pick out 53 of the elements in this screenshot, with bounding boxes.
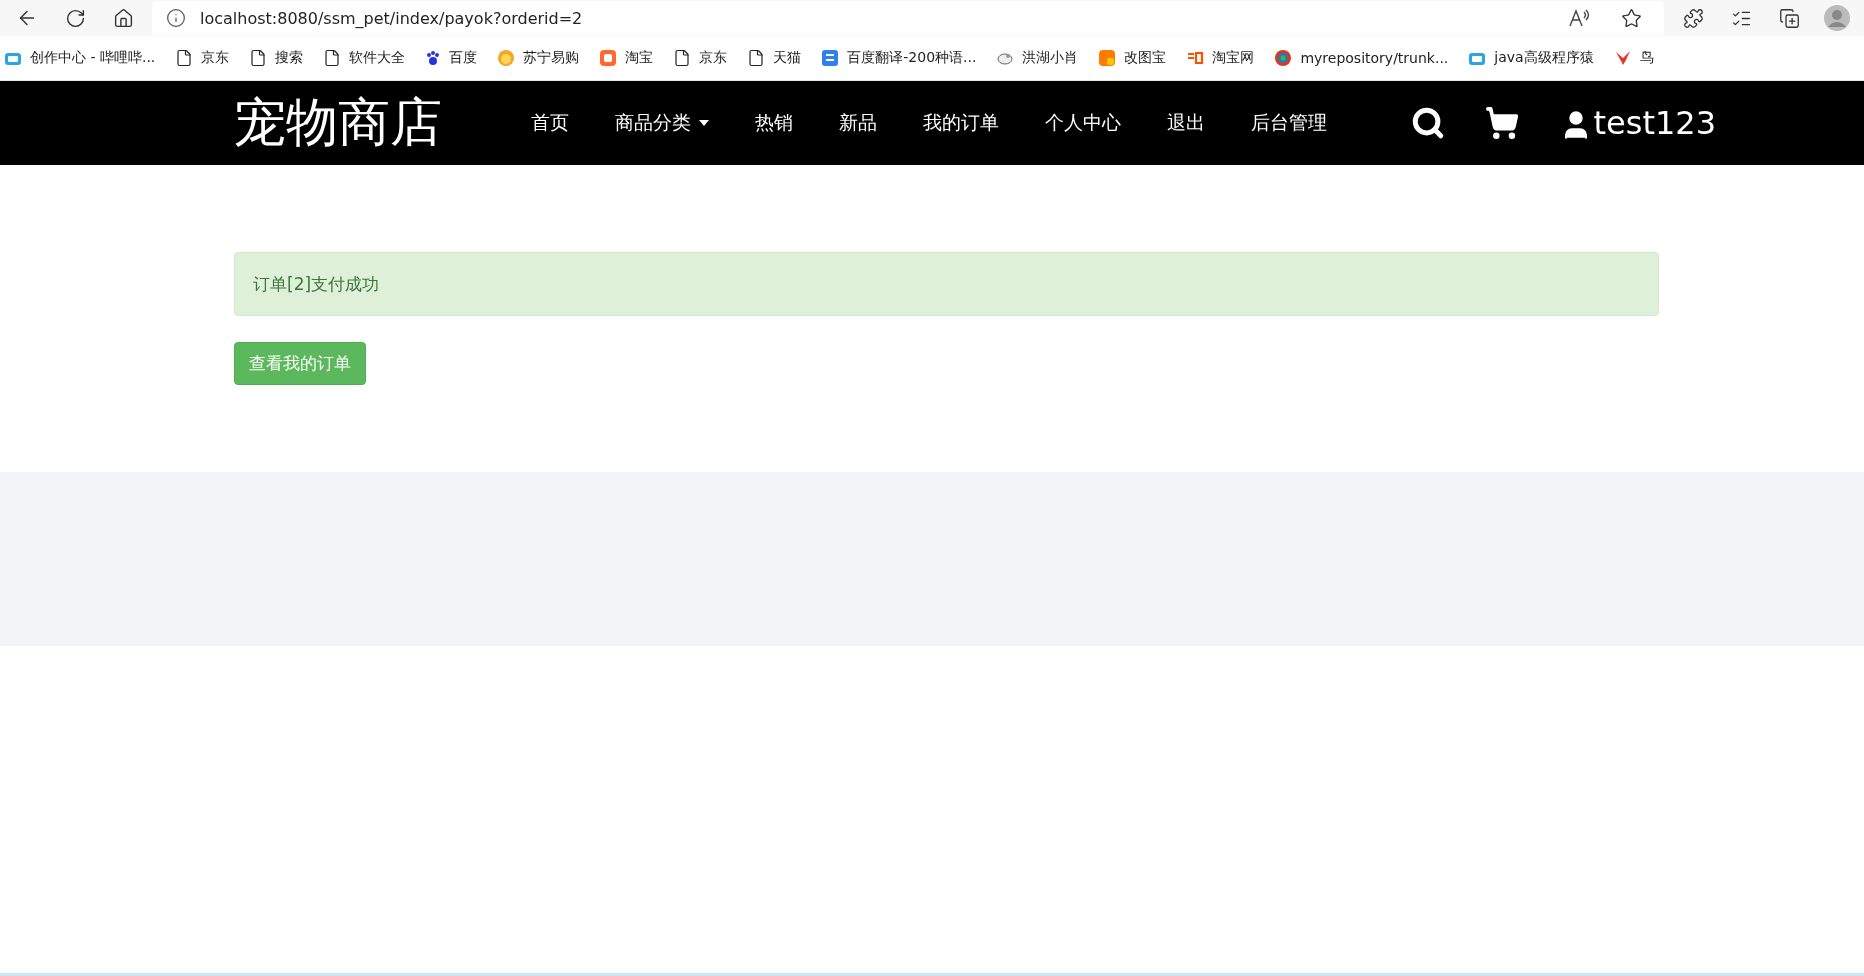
nav-link[interactable]: 退出 [1144,110,1228,136]
read-aloud-icon[interactable] [1568,8,1590,28]
success-alert: 订单[2]支付成功 [234,252,1659,316]
paw-icon [425,50,442,66]
bookmark-link[interactable]: 改图宝 [1098,49,1167,67]
username-link[interactable]: test123 [1593,104,1716,142]
square-logo-icon [599,49,618,67]
refresh-icon[interactable] [64,7,86,29]
document-icon [323,49,342,67]
nav-link[interactable]: 后台管理 [1228,110,1350,136]
bookmark-link[interactable]: 京东 [175,49,230,67]
bookmark-link[interactable]: 天猫 [747,49,802,67]
document-icon [175,49,194,67]
bookmark-link[interactable]: 创作中心 - 哔哩哔... [4,49,156,67]
globe-icon [1274,49,1293,67]
nav-link[interactable]: 新品 [816,110,900,136]
bookmark-link[interactable]: 洪湖小肖 [996,49,1079,67]
info-icon [166,8,186,28]
url-text: localhost:8080/ssm_pet/index/payok?orderid=2 [200,8,583,28]
cart-icon[interactable] [1485,106,1520,140]
bookmark-link[interactable]: 搜索 [249,49,304,67]
tv-icon [4,50,22,66]
nav-link[interactable]: 热销 [732,110,816,136]
bookmark-link[interactable]: java高级程序猿 [1468,49,1594,67]
collections-icon[interactable] [1778,7,1800,29]
translate-icon [821,49,840,67]
home-icon[interactable] [112,7,134,29]
bookmark-link[interactable]: 苏宁易购 [497,49,580,67]
caret-icon [699,120,709,126]
bookmark-link[interactable]: 百度 [425,49,478,67]
bookmark-link[interactable]: 软件大全 [323,49,406,67]
nav-link[interactable]: 首页 [508,110,592,136]
profile-avatar-icon[interactable] [1824,5,1850,31]
bookmark-link[interactable]: myrepository/trunk... [1274,49,1449,67]
nav-link[interactable]: 商品分类 [592,110,732,136]
document-icon [249,49,268,67]
bookmark-link[interactable]: 百度翻译-200种语... [821,49,977,67]
tv-icon [1468,50,1487,66]
star-icon[interactable] [1620,7,1642,29]
search-icon[interactable] [1411,106,1446,140]
document-icon [747,49,766,67]
puzzle-icon[interactable] [1682,7,1704,29]
square-logo-icon [1098,49,1117,67]
mark-icon [1186,51,1205,65]
document-icon [673,49,692,67]
bookmark-link[interactable]: 京东 [673,49,728,67]
bookmark-link[interactable]: 鸟 [1613,49,1654,67]
address-bar[interactable]: localhost:8080/ssm_pet/index/payok?orderid=2 [152,1,1664,35]
nav-link[interactable]: 我的订单 [900,110,1022,136]
bookmark-link[interactable]: 淘宝 [599,49,654,67]
bookmark-link[interactable]: 淘宝网 [1186,49,1255,67]
brand-logo[interactable]: 宠物商店 [234,88,442,158]
nav-link[interactable]: 个人中心 [1022,110,1144,136]
